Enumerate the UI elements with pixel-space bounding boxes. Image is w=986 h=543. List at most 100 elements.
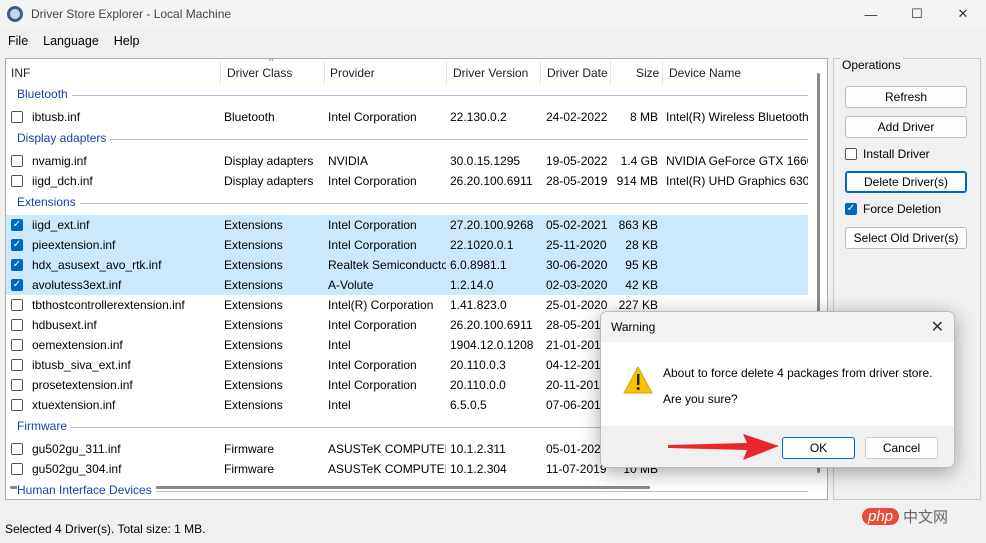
group-name: Firmware: [17, 419, 71, 433]
table-row[interactable]: ✓ avolutess3ext.inf Extensions A-Volute 1.2.…: [6, 275, 808, 295]
watermark-text: 中文网: [903, 509, 949, 526]
row-checkbox[interactable]: [11, 463, 23, 475]
menu-language[interactable]: Language: [35, 30, 106, 54]
table-row[interactable]: iigd_dch.inf Display adapters Intel Corpor…: [6, 171, 808, 191]
menu-file[interactable]: File: [0, 30, 35, 54]
cell-dev: NVIDIA GeForce GTX 1660 Ti: [666, 154, 808, 168]
row-checkbox[interactable]: ✓: [11, 239, 23, 251]
row-checkbox[interactable]: [11, 399, 23, 411]
row-checkbox[interactable]: [11, 175, 23, 187]
sort-arrow-icon: ^: [269, 58, 274, 66]
force-deletion-checkbox[interactable]: ✓ Force Deletion: [845, 202, 941, 216]
cell-prov: Intel Corporation: [328, 318, 417, 332]
add-driver-button[interactable]: Add Driver: [845, 116, 967, 138]
menu-help[interactable]: Help: [106, 30, 147, 54]
group-header[interactable]: Human Interface Devices: [6, 481, 808, 499]
cell-cls: Extensions: [224, 218, 283, 232]
select-old-drivers-button[interactable]: Select Old Driver(s): [845, 227, 967, 249]
cell-prov: Intel Corporation: [328, 238, 417, 252]
cell-date: 25-11-2020: [546, 238, 607, 252]
checkbox-checked[interactable]: ✓: [845, 203, 857, 215]
cell-inf: pieextension.inf: [32, 238, 116, 252]
dialog-close-button[interactable]: ✕: [931, 317, 944, 337]
cell-date: 05-02-2021: [546, 218, 608, 232]
cell-inf: xtuextension.inf: [32, 398, 116, 412]
row-checkbox[interactable]: ✓: [11, 259, 23, 271]
watermark-logo: php: [862, 508, 900, 525]
column-provider[interactable]: Provider: [330, 66, 375, 80]
cell-prov: NVIDIA: [328, 154, 369, 168]
cell-date: 24-02-2022: [546, 110, 608, 124]
cell-inf: hdx_asusext_avo_rtk.inf: [32, 258, 162, 272]
cell-ver: 26.20.100.6911: [450, 174, 533, 188]
cell-inf: iigd_ext.inf: [32, 218, 90, 232]
title-bar: Driver Store Explorer - Local Machine — …: [0, 0, 986, 28]
column-driver-version[interactable]: Driver Version: [453, 66, 528, 80]
cell-prov: Intel: [328, 398, 351, 412]
warning-icon: [623, 366, 653, 394]
table-row[interactable]: ✓ iigd_ext.inf Extensions Intel Corporation…: [6, 215, 808, 235]
cell-date: 19-05-2022: [546, 154, 608, 168]
cell-cls: Extensions: [224, 258, 283, 272]
delete-drivers-button[interactable]: Delete Driver(s): [845, 171, 967, 193]
column-size[interactable]: Size: [636, 66, 659, 80]
cell-ver: 10.1.2.311: [450, 442, 506, 456]
ok-button[interactable]: OK: [782, 437, 855, 459]
row-checkbox[interactable]: [11, 379, 23, 391]
cell-ver: 6.5.0.5: [450, 398, 487, 412]
row-checkbox[interactable]: [11, 155, 23, 167]
maximize-button[interactable]: ☐: [894, 0, 940, 28]
column-device-name[interactable]: Device Name: [669, 66, 741, 80]
operations-title: Operations: [840, 58, 903, 72]
table-row[interactable]: ibtusb.inf Bluetooth Intel Corporation 22.1…: [6, 107, 808, 127]
watermark: php 中文网: [862, 506, 948, 527]
row-checkbox[interactable]: [11, 299, 23, 311]
install-driver-checkbox[interactable]: Install Driver: [845, 147, 930, 161]
group-name: Display adapters: [17, 131, 111, 145]
cell-cls: Firmware: [224, 442, 274, 456]
cell-prov: ASUSTeK COMPUTER INC.: [328, 442, 446, 456]
cell-ver: 1904.12.0.1208: [450, 338, 534, 352]
cell-dev: Intel(R) UHD Graphics 630: [666, 174, 808, 188]
column-inf[interactable]: INF: [11, 66, 30, 80]
cell-prov: Intel Corporation: [328, 378, 417, 392]
row-checkbox[interactable]: [11, 319, 23, 331]
group-name: Bluetooth: [17, 87, 72, 101]
minimize-button[interactable]: —: [848, 0, 894, 28]
column-headers: INF ^ Driver Class Provider Driver Versi…: [6, 58, 811, 85]
cell-prov: Intel: [328, 338, 351, 352]
install-driver-label: Install Driver: [863, 147, 930, 161]
cell-prov: A-Volute: [328, 278, 374, 292]
row-checkbox[interactable]: [11, 339, 23, 351]
group-header[interactable]: Bluetooth: [6, 85, 808, 103]
close-button[interactable]: ✕: [940, 0, 986, 28]
table-row[interactable]: ✓ pieextension.inf Extensions Intel Corpora…: [6, 235, 808, 255]
cell-inf: ibtusb.inf: [32, 110, 81, 124]
row-checkbox[interactable]: ✓: [11, 279, 23, 291]
group-header[interactable]: Display adapters: [6, 129, 808, 147]
checkbox[interactable]: [845, 148, 857, 160]
cell-inf: avolutess3ext.inf: [32, 278, 122, 292]
refresh-button[interactable]: Refresh: [845, 86, 967, 108]
cell-ver: 6.0.8981.1: [450, 258, 507, 272]
cell-inf: hdbusext.inf: [32, 318, 97, 332]
cell-cls: Extensions: [224, 238, 283, 252]
cell-prov: Intel Corporation: [328, 174, 417, 188]
column-driver-class[interactable]: Driver Class: [227, 66, 292, 80]
group-name: Human Interface Devices: [17, 483, 156, 497]
row-checkbox[interactable]: [11, 443, 23, 455]
table-row[interactable]: ✓ hdx_asusext_avo_rtk.inf Extensions Realte…: [6, 255, 808, 275]
app-gear-icon: [7, 6, 23, 22]
row-checkbox[interactable]: ✓: [11, 219, 23, 231]
column-driver-date[interactable]: Driver Date: [547, 66, 608, 80]
row-checkbox[interactable]: [11, 111, 23, 123]
cell-size: 8 MB: [629, 110, 658, 124]
dialog-title: Warning: [601, 312, 954, 342]
row-checkbox[interactable]: [11, 359, 23, 371]
cell-cls: Display adapters: [224, 154, 314, 168]
group-header[interactable]: Extensions: [6, 193, 808, 211]
table-row[interactable]: nvamig.inf Display adapters NVIDIA 30.0.15.…: [6, 151, 808, 171]
cancel-button[interactable]: Cancel: [865, 437, 938, 459]
cell-prov: Intel Corporation: [328, 218, 417, 232]
cell-inf: tbthostcontrollerextension.inf: [32, 298, 185, 312]
